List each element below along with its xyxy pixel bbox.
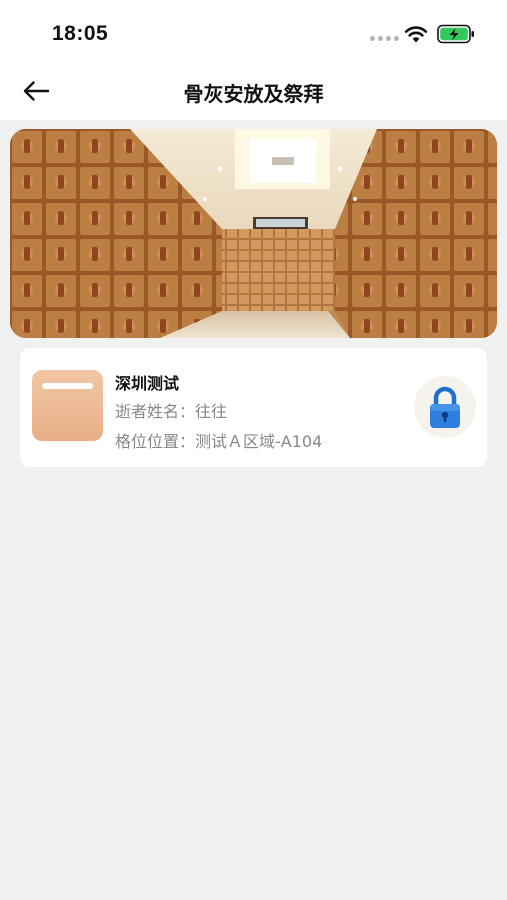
lock-button[interactable] bbox=[414, 376, 476, 438]
screen: 18:05 骨灰安放及祭拜 深圳测试 逝者姓名：往往 格位位置：测试Ａ区域-A1… bbox=[0, 0, 507, 900]
niche-location-label: 格位位置： bbox=[115, 432, 196, 451]
padlock-icon bbox=[430, 386, 460, 428]
record-title: 深圳测试 bbox=[115, 374, 180, 393]
deceased-name-label: 逝者姓名： bbox=[115, 402, 196, 421]
record-card[interactable]: 深圳测试 逝者姓名：往往 格位位置：测试Ａ区域-A104 bbox=[20, 348, 487, 467]
wifi-icon bbox=[404, 26, 428, 43]
deceased-name-value: 往往 bbox=[195, 402, 228, 421]
page-title: 骨灰安放及祭拜 bbox=[183, 82, 324, 106]
deceased-name-row: 逝者姓名：往往 bbox=[115, 398, 227, 422]
nav-bar: 骨灰安放及祭拜 bbox=[0, 62, 507, 120]
record-thumbnail bbox=[32, 370, 103, 441]
banner-image bbox=[10, 129, 497, 338]
niche-location-value: 测试Ａ区域-A104 bbox=[195, 432, 323, 451]
signal-dots-icon bbox=[370, 36, 399, 41]
battery-charging-icon bbox=[437, 24, 474, 44]
niche-location-row: 格位位置：测试Ａ区域-A104 bbox=[115, 428, 322, 452]
status-time: 18:05 bbox=[52, 22, 109, 45]
columbarium-hall-photo bbox=[10, 129, 497, 338]
status-bar: 18:05 bbox=[0, 0, 507, 62]
